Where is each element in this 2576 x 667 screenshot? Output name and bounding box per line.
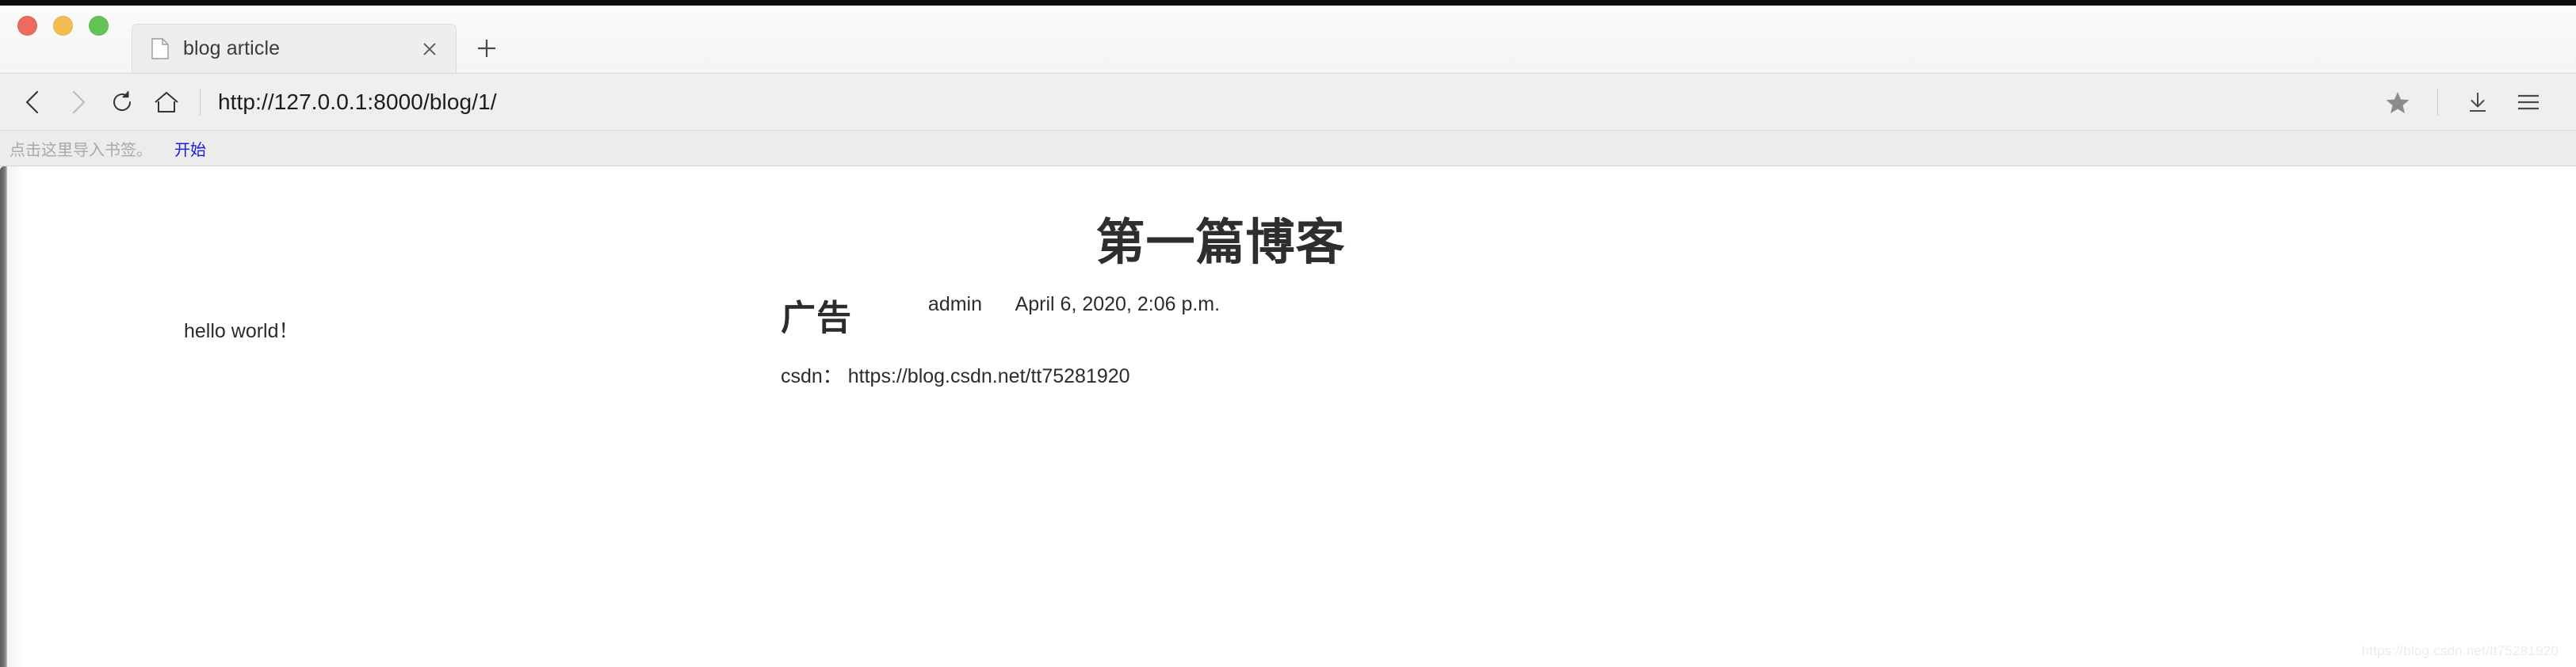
tab-title: blog article (183, 37, 281, 59)
new-tab-button[interactable] (464, 24, 509, 73)
vertical-scrollbar[interactable] (0, 166, 7, 667)
home-icon[interactable] (144, 80, 189, 124)
tab-bar: blog article (0, 6, 2576, 74)
bookmarks-bar: 点击这里导入书签。 开始 (0, 131, 2576, 166)
advertisement-link[interactable]: csdn： https://blog.csdn.net/tt75281920 (781, 360, 1130, 389)
window-controls (17, 5, 128, 73)
desktop-background-strip (0, 0, 2576, 6)
article-meta: admin April 6, 2020, 2:06 p.m. (0, 293, 2576, 316)
bookmark-item-start[interactable]: 开始 (168, 137, 212, 160)
menu-icon[interactable] (2503, 80, 2554, 124)
bookmarks-import-hint: 点击这里导入书签。 (10, 141, 152, 159)
article-body-text: hello world！ (184, 320, 299, 342)
window-maximize-button[interactable] (89, 15, 109, 36)
forward-button[interactable] (55, 80, 100, 124)
advertisement-heading: 广告 (781, 299, 852, 337)
toolbar-divider-2 (2437, 88, 2438, 116)
browser-window: blog article http://127.0.0.1:8000/blog/… (0, 0, 2576, 667)
csdn-watermark: https://blog.csdn.net/tt75281920 (2361, 643, 2559, 658)
document-icon (151, 38, 169, 59)
advertisement-block: 广告 csdn： https://blog.csdn.net/tt7528192… (781, 299, 1130, 389)
bookmark-star-icon[interactable] (2372, 80, 2423, 124)
page-viewport: 第一篇博客 admin April 6, 2020, 2:06 p.m. hel… (0, 166, 2576, 667)
browser-toolbar: http://127.0.0.1:8000/blog/1/ (0, 74, 2576, 131)
address-bar-url[interactable]: http://127.0.0.1:8000/blog/1/ (218, 90, 2372, 115)
back-button[interactable] (11, 80, 55, 124)
toolbar-right-actions (2372, 80, 2554, 124)
reload-icon[interactable] (100, 80, 144, 124)
page-title: 第一篇博客 (1095, 215, 1346, 270)
close-icon[interactable] (419, 39, 440, 59)
tab-blog-article[interactable]: blog article (132, 24, 457, 73)
window-close-button[interactable] (17, 15, 37, 36)
toolbar-divider (200, 88, 201, 116)
window-minimize-button[interactable] (53, 15, 73, 36)
page-left-shadow (7, 166, 28, 667)
blog-article-page: 第一篇博客 admin April 6, 2020, 2:06 p.m. hel… (0, 166, 2576, 667)
download-icon[interactable] (2452, 80, 2503, 124)
